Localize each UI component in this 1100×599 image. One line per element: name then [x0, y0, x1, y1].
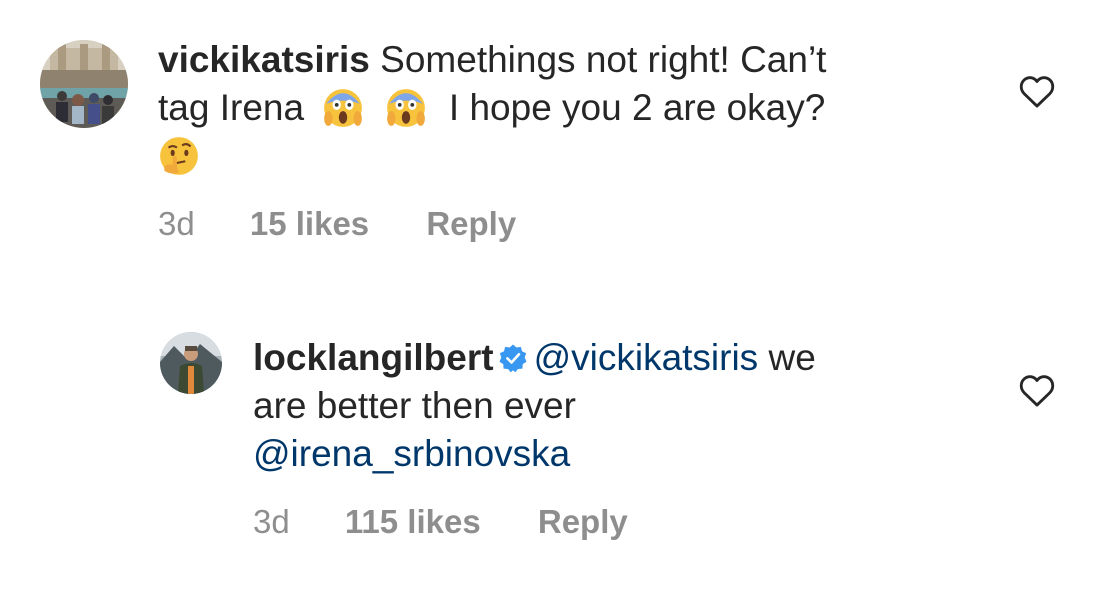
comment-body: locklangilbert @vickikatsiris we are bet…	[253, 334, 1013, 478]
comment-body: vickikatsiris Somethings not right! Can’…	[158, 36, 978, 180]
comment-line: locklangilbert @vickikatsiris we	[253, 334, 1013, 382]
verified-badge-icon	[498, 343, 528, 373]
comment-text: I hope you 2 are okay?	[448, 87, 826, 128]
avatar-image	[160, 332, 222, 394]
reply-button[interactable]: Reply	[426, 205, 516, 243]
comment-line: vickikatsiris Somethings not right! Can’…	[158, 36, 978, 84]
comment-line: tag Irena I hope you 2 are okay?	[158, 84, 978, 132]
reply-button[interactable]: Reply	[538, 503, 628, 541]
comment-item: locklangilbert @vickikatsiris we are bet…	[0, 270, 1100, 599]
comment-line	[158, 132, 978, 180]
avatar[interactable]	[40, 40, 128, 128]
comment-text: tag Irena	[158, 87, 305, 128]
comment-line: are better then ever	[253, 382, 1013, 430]
like-button[interactable]	[1018, 73, 1056, 109]
comment-username[interactable]: vickikatsiris	[158, 39, 370, 80]
avatar[interactable]	[160, 332, 222, 394]
likes-count[interactable]: 15 likes	[250, 205, 369, 243]
mention-link[interactable]: @irena_srbinovska	[253, 433, 570, 474]
avatar-image	[40, 40, 128, 128]
thinking-emoji-icon	[158, 135, 200, 177]
comment-meta: 3d 115 likes Reply	[253, 503, 628, 541]
comment-time: 3d	[158, 205, 195, 242]
comment-username[interactable]: locklangilbert	[253, 337, 494, 378]
scream-emoji-icon	[322, 87, 364, 129]
like-button[interactable]	[1018, 372, 1056, 408]
scream-emoji-icon	[385, 87, 427, 129]
heart-outline-icon	[1019, 76, 1055, 108]
comment-time: 3d	[253, 503, 290, 540]
likes-count[interactable]: 115 likes	[345, 503, 481, 541]
comment-line: @irena_srbinovska	[253, 430, 1013, 478]
comment-meta: 3d 15 likes Reply	[158, 205, 516, 243]
comment-text: are better then ever	[253, 385, 576, 426]
comment-item: vickikatsiris Somethings not right! Can’…	[0, 0, 1100, 270]
heart-outline-icon	[1019, 375, 1055, 407]
comment-text: Somethings not right! Can’t	[380, 39, 827, 80]
comment-text: we	[768, 337, 816, 378]
mention-link[interactable]: @vickikatsiris	[534, 337, 759, 378]
